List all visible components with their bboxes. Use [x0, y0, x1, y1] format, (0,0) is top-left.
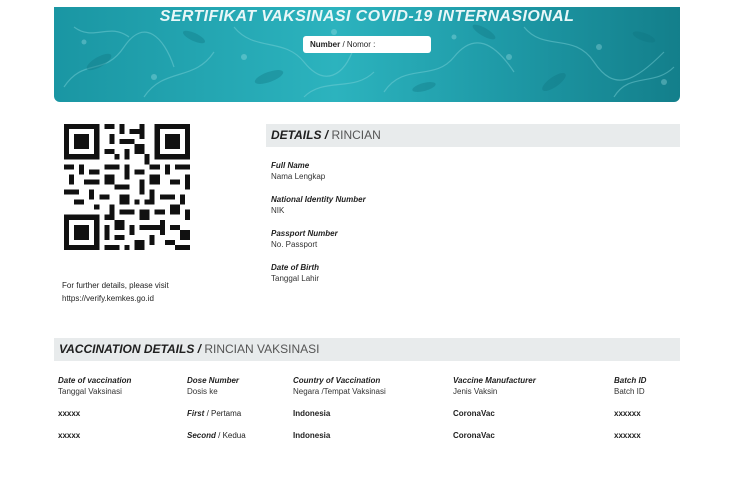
column-header-id: Negara /Tempat Vaksinasi: [293, 387, 386, 396]
row1-dose: First / Pertama: [187, 408, 241, 420]
header-banner: SERTIFIKAT VAKSINASI COVID-19 INTERNASIO…: [54, 7, 680, 102]
details-heading-id: RINCIAN: [328, 128, 381, 142]
column-header-en: Dose Number: [187, 376, 240, 385]
number-label-id: / Nomor :: [340, 40, 376, 49]
column-header-id: Dosis ke: [187, 387, 218, 396]
field-label-id: NIK: [271, 206, 285, 215]
details-heading-en: DETAILS /: [271, 128, 329, 142]
row1-date: xxxxx: [58, 409, 81, 418]
column-header-id: Batch ID: [614, 387, 645, 396]
passport-number-field: Passport Number No. Passport: [271, 228, 338, 251]
column-header-en: Date of vaccination: [58, 376, 132, 385]
certificate-title: SERTIFIKAT VAKSINASI COVID-19 INTERNASIO…: [159, 8, 575, 25]
row2-country: Indonesia: [293, 431, 331, 440]
field-label-id: Tanggal Lahir: [271, 274, 320, 283]
row1-batch: xxxxxx: [614, 409, 641, 418]
row2-batch: xxxxxx: [614, 431, 641, 440]
field-label-id: Nama Lengkap: [271, 172, 326, 181]
full-name-field: Full Name Nama Lengkap: [271, 160, 325, 183]
vaccination-heading-id: RINCIAN VAKSINASI: [201, 342, 320, 356]
column-header-id: Tanggal Vaksinasi: [58, 387, 122, 396]
column-header-id: Jenis Vaksin: [453, 387, 498, 396]
row2-date: xxxxx: [58, 431, 81, 440]
dose-id: / Pertama: [204, 409, 242, 418]
dose-en: First: [187, 409, 205, 418]
row2-dose: Second / Kedua: [187, 430, 246, 442]
vaccination-heading: VACCINATION DETAILS / RINCIAN VAKSINASI: [54, 338, 680, 361]
dose-en: Second: [187, 431, 216, 440]
column-header-date: Date of vaccination Tanggal Vaksinasi: [58, 375, 131, 398]
column-header-en: Batch ID: [614, 376, 647, 385]
vaccination-heading-en: VACCINATION DETAILS /: [59, 342, 201, 356]
verification-link[interactable]: https://verify.kemkes.go.id: [62, 292, 169, 305]
certificate-number-field: Number / Nomor :: [303, 36, 431, 53]
verification-text: For further details, please visit: [62, 281, 169, 290]
row1-country: Indonesia: [293, 409, 331, 418]
column-header-en: Country of Vaccination: [293, 376, 381, 385]
number-label-en: Number: [310, 40, 341, 49]
column-header-country: Country of Vaccination Negara /Tempat Va…: [293, 375, 386, 398]
column-header-batch: Batch ID Batch ID: [614, 375, 646, 398]
column-header-vaccine: Vaccine Manufacturer Jenis Vaksin: [453, 375, 536, 398]
field-label-id: No. Passport: [271, 240, 318, 249]
field-label-en: Date of Birth: [271, 263, 319, 272]
field-label-en: Passport Number: [271, 229, 338, 238]
details-heading: DETAILS / RINCIAN: [266, 124, 680, 147]
column-header-en: Vaccine Manufacturer: [453, 376, 536, 385]
field-label-en: Full Name: [271, 161, 310, 170]
row2-vaccine: CoronaVac: [453, 431, 495, 440]
national-id-field: National Identity Number NIK: [271, 194, 366, 217]
column-header-dose: Dose Number Dosis ke: [187, 375, 239, 398]
row1-vaccine: CoronaVac: [453, 409, 495, 418]
verification-note: For further details, please visit https:…: [62, 279, 169, 305]
dose-id: / Kedua: [215, 431, 246, 440]
field-label-en: National Identity Number: [271, 195, 366, 204]
date-of-birth-field: Date of Birth Tanggal Lahir: [271, 262, 319, 285]
qr-code-icon: [64, 124, 190, 250]
